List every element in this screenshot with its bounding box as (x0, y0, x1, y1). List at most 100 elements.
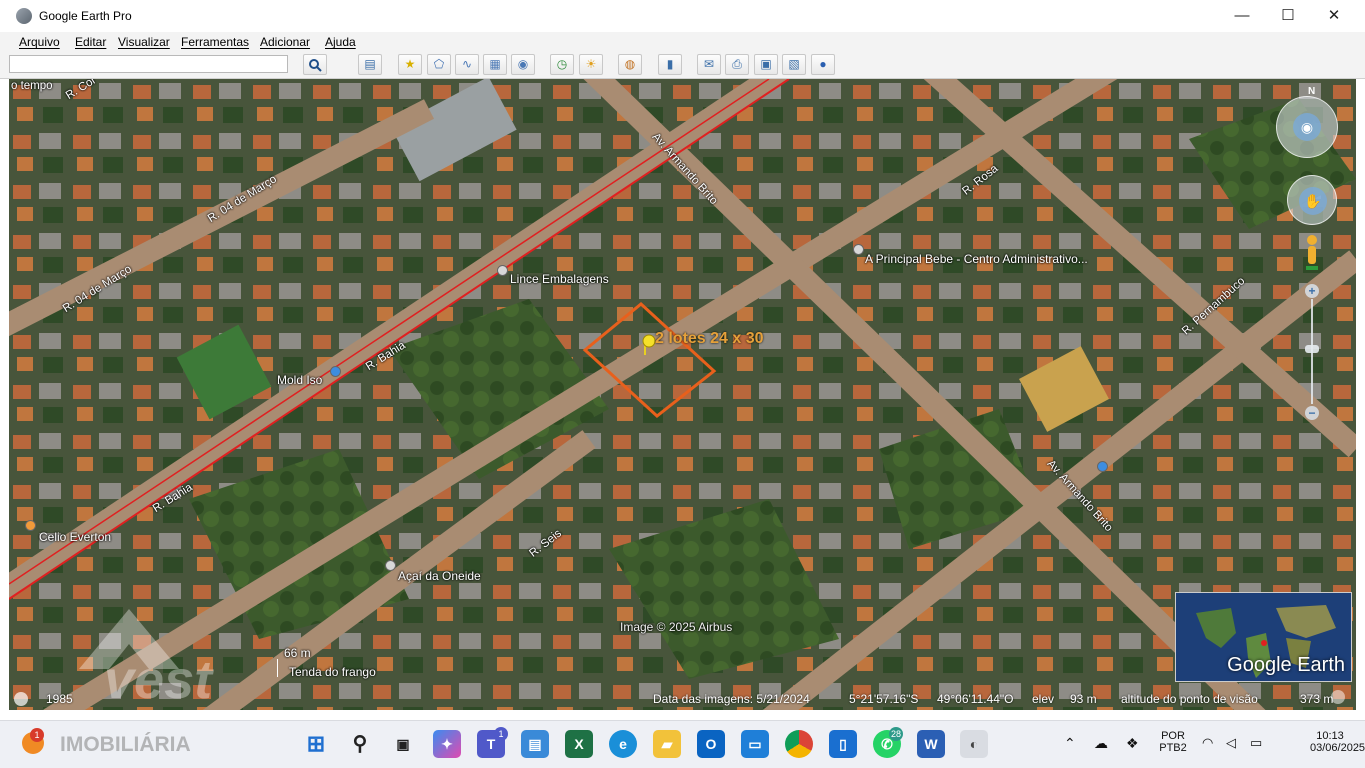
save-image-button[interactable]: ▣ (754, 54, 778, 75)
menu-arquivo[interactable]: Arquivo (19, 35, 60, 49)
move-control[interactable]: ✋ (1287, 175, 1337, 225)
eye-altitude: 373 m (1300, 692, 1334, 706)
menu-ajuda[interactable]: Ajuda (325, 35, 356, 49)
menu-editar[interactable]: Editar (75, 35, 106, 49)
menu-bar: Arquivo Editar Visualizar Ferramentas Ad… (0, 32, 1365, 52)
poi-icon[interactable] (497, 265, 508, 276)
image-overlay-icon: ▦ (489, 57, 501, 71)
poi-label[interactable]: Celio Everton (39, 530, 111, 544)
start-icon[interactable]: ⊞ (302, 730, 330, 758)
sunlight-button[interactable]: ☀ (579, 54, 603, 75)
menu-visualizar[interactable]: Visualizar (118, 35, 170, 49)
earth-gallery-button[interactable]: ● (811, 54, 835, 75)
eye-icon[interactable]: ◉ (1293, 113, 1321, 141)
search-icon[interactable]: ⚲ (346, 730, 374, 758)
clock-date: 03/06/2025 (1310, 742, 1365, 754)
zoom-in-button[interactable]: + (1305, 284, 1319, 298)
add-path-button[interactable]: ∿ (455, 54, 479, 75)
time-slider-icon[interactable] (14, 692, 28, 706)
widgets-icon[interactable]: ▤ (521, 730, 549, 758)
clock[interactable]: 10:13 03/06/2025 (1310, 730, 1365, 754)
task-view-icon[interactable]: ▣ (389, 730, 417, 758)
word-icon[interactable]: W (917, 730, 945, 758)
maximize-button[interactable]: ☐ (1265, 0, 1311, 32)
compass-north[interactable]: N (1308, 86, 1315, 97)
pegman-icon (1306, 235, 1318, 270)
print-button[interactable]: ⎙ (725, 54, 749, 75)
placemark-label[interactable]: 2 lotes 24 x 30 (655, 330, 764, 348)
poi-label[interactable]: Tenda do frango (289, 665, 376, 679)
imagery-date: Data das imagens: 5/21/2024 (653, 692, 810, 706)
wifi-icon[interactable]: ◠ (1202, 735, 1213, 751)
poi-icon[interactable] (1097, 461, 1108, 472)
remote-desktop-icon[interactable]: ▭ (741, 730, 769, 758)
poi-icon[interactable] (330, 366, 341, 377)
add-polygon-button[interactable]: ⬠ (427, 54, 451, 75)
edge-icon[interactable]: e (609, 730, 637, 758)
eye-altitude-label: altitude do ponto de visão (1121, 692, 1258, 706)
watermark-sub: IMOBILIÁRIA (60, 733, 191, 756)
file-explorer-icon[interactable]: ▰ (653, 730, 681, 758)
elevation-label: elev (1032, 692, 1055, 706)
poi-icon[interactable] (385, 560, 396, 571)
edge-label: o tempo (11, 80, 53, 92)
planets-button[interactable]: ◍ (618, 54, 642, 75)
google-earth-icon (16, 8, 32, 24)
map-view[interactable]: 2 lotes 24 x 30 Lince Embalagens Mold Is… (9, 79, 1356, 710)
hand-icon[interactable]: ✋ (1299, 187, 1327, 215)
volume-icon[interactable]: ◁ (1226, 735, 1236, 751)
poi-icon[interactable] (25, 520, 36, 531)
ruler-button[interactable]: ▮ (658, 54, 682, 75)
historical-imagery-button[interactable]: ◷ (550, 54, 574, 75)
search-input[interactable] (9, 55, 288, 73)
historical-imagery-icon: ◷ (556, 57, 568, 71)
zoom-out-button[interactable]: − (1305, 406, 1319, 420)
planets-icon: ◍ (624, 57, 636, 71)
sidebar-toggle-button[interactable]: ▤ (358, 54, 382, 75)
menu-adicionar[interactable]: Adicionar (260, 35, 310, 49)
poi-label[interactable]: A Principal Bebe - Centro Administrativo… (865, 252, 1088, 266)
battery-icon[interactable]: ▭ (1250, 735, 1262, 751)
poi-label[interactable]: Açaí da Oneide (398, 569, 481, 583)
copilot-icon[interactable]: ✦ (433, 730, 461, 758)
view-in-maps-button[interactable]: ▧ (782, 54, 806, 75)
close-button[interactable]: ✕ (1311, 0, 1357, 32)
poi-icon[interactable] (853, 244, 864, 255)
view-in-maps-icon: ▧ (788, 57, 800, 71)
outlook-icon[interactable]: O (697, 730, 725, 758)
whatsapp-badge: 28 (889, 727, 903, 741)
copyright: Image © 2025 Airbus (620, 620, 733, 634)
google-earth-icon[interactable]: ◐ (960, 730, 988, 758)
chevron-up-icon[interactable]: ⌃ (1064, 735, 1076, 752)
latitude: 5°21'57.16"S (849, 692, 919, 706)
search-icon (309, 59, 322, 72)
language-indicator[interactable]: POR PTB2 (1158, 730, 1188, 754)
elevation: 93 m (1070, 692, 1097, 706)
poi-label[interactable]: Mold Iso (277, 373, 322, 387)
dropbox-icon[interactable]: ❖ (1126, 735, 1139, 752)
onedrive-icon[interactable]: ☁ (1094, 735, 1108, 752)
menu-ferramentas[interactable]: Ferramentas (181, 35, 249, 49)
email-button[interactable]: ✉ (697, 54, 721, 75)
zoom-slider-thumb[interactable] (1305, 345, 1319, 353)
taskbar: 1 IMOBILIÁRIA ⊞ ⚲ ▣ ✦ T 1 ▤ X e ▰ O ▭ ▯ … (0, 720, 1365, 768)
longitude: 49°06'11.44"O (937, 692, 1014, 706)
chrome-icon[interactable] (785, 730, 813, 758)
street-view-pegman[interactable] (1304, 234, 1320, 274)
teams-badge: 1 (494, 727, 508, 741)
minimize-button[interactable]: — (1219, 0, 1265, 32)
add-placemark-button[interactable]: ★ (398, 54, 422, 75)
look-control[interactable]: ◉ (1276, 96, 1338, 158)
overview-map[interactable]: Google Earth (1175, 592, 1352, 682)
title-bar: Google Earth Pro — ☐ ✕ (0, 0, 1365, 33)
record-tour-button[interactable]: ◉ (511, 54, 535, 75)
poi-label[interactable]: Lince Embalagens (510, 272, 609, 286)
computer-icon[interactable]: ▯ (829, 730, 857, 758)
add-image-overlay-button[interactable]: ▦ (483, 54, 507, 75)
print-icon: ⎙ (732, 57, 742, 71)
language-label: POR (1161, 730, 1185, 742)
excel-icon[interactable]: X (565, 730, 593, 758)
polygon-icon: ⬠ (433, 57, 445, 71)
search-button[interactable] (303, 54, 327, 75)
streaming-indicator-icon (1331, 690, 1345, 704)
